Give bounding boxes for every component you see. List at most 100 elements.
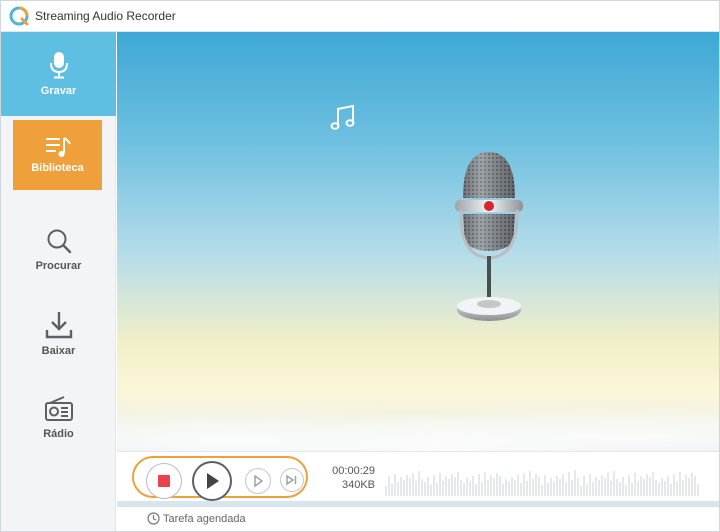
waveform-bar xyxy=(661,478,663,496)
waveform-bar xyxy=(541,485,543,496)
audio-waveform xyxy=(385,470,699,496)
waveform-bar xyxy=(610,481,612,496)
waveform-bar xyxy=(400,477,402,496)
music-note-icon xyxy=(330,104,355,130)
play-button[interactable] xyxy=(192,461,232,501)
waveform-bar xyxy=(445,476,447,496)
waveform-bar xyxy=(466,478,468,496)
waveform-bar xyxy=(409,478,411,496)
sidebar-item-gravar[interactable]: Gravar xyxy=(1,32,116,116)
waveform-bar xyxy=(517,475,519,496)
library-icon xyxy=(45,137,71,157)
waveform-bar xyxy=(688,478,690,496)
scheduled-task-link[interactable]: Tarefa agendada xyxy=(147,512,246,525)
waveform-bar xyxy=(496,473,498,496)
waveform-bar xyxy=(595,477,597,496)
waveform-bar xyxy=(463,483,465,496)
waveform-bar xyxy=(475,484,477,496)
sidebar-item-label: Baixar xyxy=(41,345,76,357)
waveform-bar xyxy=(529,471,531,496)
waveform-bar xyxy=(469,481,471,496)
waveform-bar xyxy=(487,480,489,496)
waveform-bar xyxy=(442,481,444,496)
waveform-bar xyxy=(670,484,672,496)
sidebar-item-radio[interactable]: Rádio xyxy=(1,376,116,460)
stop-icon xyxy=(158,475,170,487)
waveform-bar xyxy=(391,484,393,496)
waveform-bar xyxy=(643,479,645,496)
sidebar-item-baixar[interactable]: Baixar xyxy=(1,292,116,376)
studio-microphone-icon xyxy=(455,152,523,321)
clock-icon xyxy=(147,512,160,525)
waveform-bar xyxy=(538,477,540,496)
waveform-bar xyxy=(388,476,390,496)
waveform-bar xyxy=(550,478,552,496)
waveform-bar xyxy=(649,477,651,496)
waveform-bar xyxy=(574,470,576,496)
skip-next-icon xyxy=(286,475,297,485)
waveform-bar xyxy=(616,479,618,496)
waveform-bar xyxy=(580,486,582,496)
search-icon xyxy=(47,229,71,254)
waveform-bar xyxy=(406,475,408,496)
waveform-bar xyxy=(637,481,639,496)
waveform-bar xyxy=(439,473,441,496)
waveform-bar xyxy=(478,474,480,496)
sidebar-item-label: Gravar xyxy=(40,85,77,97)
waveform-bar xyxy=(601,475,603,496)
app-window: Streaming Audio Recorder Gravar Bibliote… xyxy=(0,0,720,532)
waveform-bar xyxy=(565,482,567,496)
waveform-bar xyxy=(679,472,681,496)
waveform-bar xyxy=(397,482,399,496)
waveform-bar xyxy=(415,481,417,496)
waveform-bar xyxy=(604,478,606,496)
waveform-bar xyxy=(535,474,537,496)
waveform-bar xyxy=(598,480,600,496)
waveform-bar xyxy=(694,476,696,496)
waveform-bar xyxy=(697,484,699,496)
waveform-bar xyxy=(481,482,483,496)
waveform-bar xyxy=(532,479,534,496)
waveform-bar xyxy=(664,481,666,496)
playback-controls xyxy=(132,456,308,501)
waveform-bar xyxy=(652,472,654,496)
stop-button[interactable] xyxy=(146,463,182,499)
sidebar-item-procurar[interactable]: Procurar xyxy=(1,208,116,292)
play-recording-button[interactable] xyxy=(245,468,271,494)
waveform-bar xyxy=(547,483,549,496)
waveform-bar xyxy=(673,474,675,496)
waveform-bar xyxy=(583,476,585,496)
waveform-bar xyxy=(562,474,564,496)
waveform-bar xyxy=(385,486,387,496)
waveform-bar xyxy=(457,472,459,496)
file-size: 340KB xyxy=(341,479,375,491)
download-icon xyxy=(45,312,72,339)
waveform-bar xyxy=(394,474,396,496)
sidebar-item-biblioteca[interactable]: Biblioteca xyxy=(13,120,102,190)
waveform-bar xyxy=(556,476,558,496)
waveform-bar xyxy=(568,472,570,496)
waveform-bar xyxy=(430,485,432,496)
next-button[interactable] xyxy=(280,468,304,492)
waveform-bar xyxy=(472,476,474,496)
waveform-bar xyxy=(625,485,627,496)
waveform-bar xyxy=(628,475,630,496)
waveform-bar xyxy=(520,483,522,496)
waveform-bar xyxy=(433,475,435,496)
waveform-bar xyxy=(667,476,669,496)
waveform-bar xyxy=(460,480,462,496)
waveform-bar xyxy=(523,473,525,496)
waveform-bar xyxy=(502,484,504,496)
waveform-bar xyxy=(499,476,501,496)
waveform-bar xyxy=(589,474,591,496)
recording-readout: 00:00:29 340KB xyxy=(307,464,375,492)
waveform-bar xyxy=(544,475,546,496)
waveform-bar xyxy=(685,475,687,496)
microphone-icon xyxy=(49,52,68,79)
waveform-bar xyxy=(484,472,486,496)
waveform-bar xyxy=(451,474,453,496)
waveform-bar xyxy=(640,476,642,496)
waveform-bar xyxy=(421,479,423,496)
waveform-bar xyxy=(646,474,648,496)
waveform-bar xyxy=(514,480,516,496)
